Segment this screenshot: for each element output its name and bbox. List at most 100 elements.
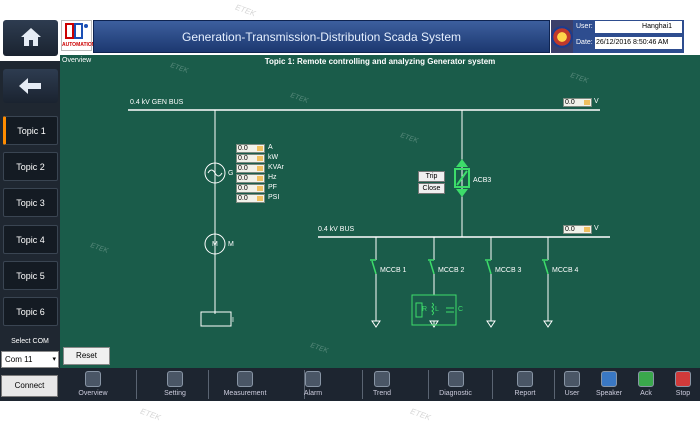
sidebar-item-topic-6[interactable]: Topic 6 (3, 297, 58, 326)
acb3-label: ACB3 (473, 177, 492, 184)
load-l-label: L (435, 306, 439, 313)
report-document-icon (517, 371, 533, 387)
com-port-value: Com 11 (5, 355, 33, 364)
date-label: Date: (576, 39, 593, 46)
home-button[interactable] (3, 20, 58, 56)
home-icon (21, 28, 41, 46)
reactive-power-unit: KVAr (268, 164, 284, 171)
setting-label: Setting (164, 390, 186, 397)
speaker-label: Speaker (595, 390, 623, 397)
stop-icon (675, 371, 691, 387)
sidebar-item-topic-3[interactable]: Topic 3 (3, 188, 58, 217)
overview-button[interactable]: Overview (68, 368, 118, 401)
speaker-button[interactable]: Speaker (590, 368, 628, 401)
single-line-diagram: Overview Topic 1: Remote controlling and… (60, 55, 700, 368)
overview-label: Overview (78, 390, 108, 397)
load-c-label: C (458, 306, 464, 313)
sidebar: Topic 1 Topic 2 Topic 3 Topic 4 Topic 5 … (0, 61, 60, 401)
bottom-toolbar: Overview Setting Measurement Alarm Trend… (60, 368, 700, 401)
motor-symbol-letter: M (212, 241, 218, 248)
gear-icon (167, 371, 183, 387)
sidebar-item-topic-5[interactable]: Topic 5 (3, 261, 58, 290)
user-label-toolbar: User (564, 390, 580, 397)
frequency-unit: Hz (268, 174, 277, 181)
chevron-down-icon: ▾ (52, 356, 56, 363)
breaker-down-arrow (456, 189, 468, 197)
setting-button[interactable]: Setting (150, 368, 200, 401)
speaker-icon (601, 371, 617, 387)
trend-label: Trend (372, 390, 392, 397)
active-power-value: 0.0 (236, 154, 265, 163)
acknowledge-icon (638, 371, 654, 387)
alarm-label: Alarm (303, 390, 323, 397)
com-port-select[interactable]: Com 11 ▾ (1, 351, 59, 368)
stop-button[interactable]: Stop (666, 368, 700, 401)
university-seal-icon (551, 26, 573, 48)
select-com-label: Select COM (11, 338, 49, 345)
mccb-1-label: MCCB 1 (380, 267, 407, 274)
user-value: Hanghai1 (595, 21, 682, 33)
diagnostic-button[interactable]: Diagnostic (428, 368, 483, 401)
load-r-label: R (422, 306, 428, 313)
stop-label: Stop (675, 390, 691, 397)
logo-text: AUTOMATION (62, 42, 96, 48)
pressure-value: 0.0 (236, 194, 265, 203)
user-icon (564, 371, 580, 387)
sidebar-item-topic-2[interactable]: Topic 2 (3, 152, 58, 181)
watermark: ETEK (234, 2, 257, 19)
watermark: ETEK (409, 406, 432, 423)
measurement-button[interactable]: Measurement (215, 368, 275, 401)
emblem (551, 20, 573, 53)
title-bar: Generation-Transmission-Distribution Sca… (93, 20, 550, 53)
alarm-button[interactable]: Alarm (288, 368, 338, 401)
measurement-label: Measurement (223, 390, 267, 397)
report-button[interactable]: Report (500, 368, 550, 401)
ack-label: Ack (640, 390, 652, 397)
trend-button[interactable]: Trend (357, 368, 407, 401)
watermark: ETEK (139, 406, 162, 423)
overview-icon (85, 371, 101, 387)
ack-button[interactable]: Ack (631, 368, 661, 401)
close-button[interactable]: Close (418, 183, 445, 194)
sidebar-item-topic-1[interactable]: Topic 1 (3, 116, 58, 145)
diagnostic-icon (447, 371, 464, 387)
pressure-unit: PSI (268, 194, 280, 201)
breaker-up-arrow (456, 159, 468, 167)
user-panel: User: Date: Hanghai1 26/12/2016 8:50:46 … (573, 20, 684, 53)
reset-button[interactable]: Reset (63, 347, 110, 365)
main-bus-voltage-unit: V (594, 225, 599, 232)
current-unit: A (268, 144, 273, 151)
sidebar-item-topic-4[interactable]: Topic 4 (3, 225, 58, 254)
load-box (200, 311, 232, 327)
user-label: User: (576, 23, 593, 30)
alarm-icon (305, 371, 321, 387)
connect-button[interactable]: Connect (1, 375, 58, 397)
arrow-left-icon (19, 78, 41, 94)
frequency-value: 0.0 (236, 174, 265, 183)
mccb-2-label: MCCB 2 (438, 267, 465, 274)
gen-bus-voltage-value: 0.0 (563, 98, 592, 107)
gen-bus-voltage-unit: V (594, 98, 599, 105)
logo-mark-icon (65, 23, 88, 39)
motor-label: M (228, 241, 234, 248)
trend-chart-icon (374, 371, 390, 387)
gen-bus-label: 0.4 kV GEN BUS (130, 99, 184, 106)
mccb-4-label: MCCB 4 (552, 267, 579, 274)
power-factor-unit: PF (268, 184, 277, 191)
company-logo: AUTOMATION (61, 20, 96, 51)
active-power-unit: kW (268, 154, 279, 161)
gauge-icon (237, 371, 253, 387)
power-factor-value: 0.0 (236, 184, 265, 193)
generator-label: G (228, 170, 234, 177)
back-button[interactable] (3, 69, 58, 103)
reactive-power-value: 0.0 (236, 164, 265, 173)
mccb-feeders (371, 237, 553, 328)
user-button[interactable]: User (558, 368, 586, 401)
app-title: Generation-Transmission-Distribution Sca… (182, 30, 461, 44)
diagnostic-label: Diagnostic (439, 390, 472, 397)
report-label: Report (514, 390, 536, 397)
main-bus-voltage-value: 0.0 (563, 225, 592, 234)
trip-button[interactable]: Trip (418, 171, 445, 182)
current-value: 0.0 (236, 144, 265, 153)
mccb-3-label: MCCB 3 (495, 267, 522, 274)
